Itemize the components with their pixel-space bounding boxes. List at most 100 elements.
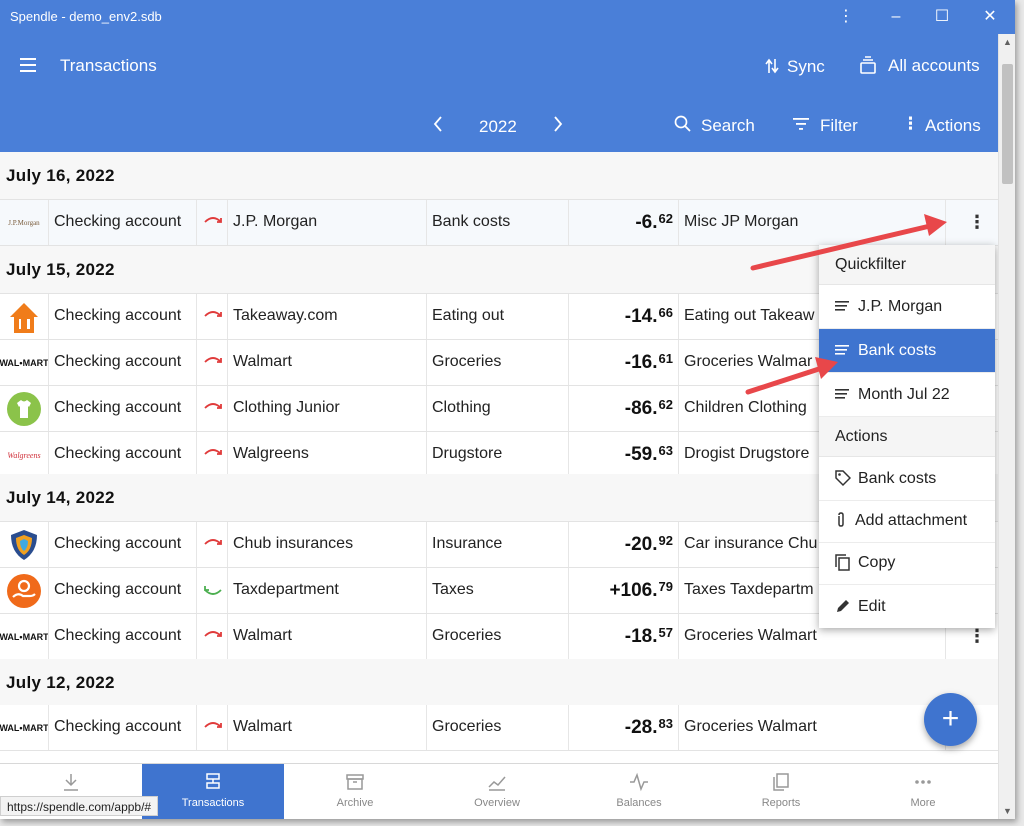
quickfilter-month[interactable]: Month Jul 22	[819, 373, 995, 417]
copy-icon	[835, 554, 850, 571]
description: Eating out Takeaw	[684, 307, 815, 324]
filter-lines-icon	[835, 301, 849, 311]
walmart-logo: WAL•MART	[0, 723, 49, 733]
action-add-attachment[interactable]: Add attachment	[819, 499, 995, 543]
account-name: Checking account	[54, 445, 182, 462]
amount: -28.83	[624, 716, 673, 738]
date-header: July 16, 2022	[0, 152, 998, 200]
sync-arrows-icon	[765, 58, 779, 74]
payee-name: Walgreens	[233, 445, 309, 462]
payee-logo	[0, 386, 49, 431]
archive-icon	[346, 774, 364, 790]
payee-name: Clothing Junior	[233, 399, 340, 416]
prev-year-icon[interactable]	[433, 116, 443, 132]
minimize-icon[interactable]: –	[876, 6, 916, 28]
add-transaction-button[interactable]: +	[924, 693, 977, 746]
app-bar: Transactions Sync All accounts 2022 Sear…	[0, 34, 998, 152]
quickfilter-payee[interactable]: J.P. Morgan	[819, 285, 995, 329]
app-window: Spendle - demo_env2.sdb ⋮ – ☐ ✕ Transact…	[0, 0, 1015, 819]
next-year-icon[interactable]	[553, 116, 563, 132]
window-title: Spendle - demo_env2.sdb	[10, 9, 162, 24]
transaction-row[interactable]: J.P.Morgan Checking account J.P. Morgan …	[0, 200, 998, 246]
action-edit[interactable]: Edit	[819, 585, 995, 629]
account-name: Checking account	[54, 353, 182, 370]
amount: -6.62	[635, 211, 673, 233]
pulse-icon	[630, 772, 648, 792]
payee-logo: WAL•MART	[0, 614, 49, 659]
tab-balances[interactable]: Balances	[568, 764, 710, 819]
expense-arrow-icon	[204, 722, 222, 728]
category-name: Eating out	[432, 307, 505, 324]
quickfilter-header: Quickfilter	[819, 245, 995, 285]
payee-name: Walmart	[233, 627, 292, 644]
clothing-shirt-icon	[7, 392, 41, 426]
accounts-label: All accounts	[888, 56, 980, 75]
amount: -86.62	[624, 397, 673, 419]
more-horizontal-icon	[915, 780, 931, 784]
payee-logo: Walgreens	[0, 432, 49, 477]
payee-logo	[0, 294, 49, 339]
category-name: Groceries	[432, 353, 502, 370]
action-set-category[interactable]: Bank costs	[819, 457, 995, 501]
scroll-up-icon[interactable]: ▲	[999, 37, 1015, 47]
download-icon	[64, 774, 78, 791]
description: Drogist Drugstore	[684, 445, 810, 462]
accounts-stack-icon	[860, 56, 876, 74]
maximize-icon[interactable]: ☐	[922, 6, 962, 28]
payee-logo	[0, 568, 49, 613]
trend-chart-icon	[488, 776, 506, 791]
row-menu-button[interactable]: ⋮	[946, 200, 998, 245]
payee-logo: WAL•MART	[0, 705, 49, 750]
tab-more[interactable]: More	[852, 764, 994, 819]
quickfilter-category[interactable]: Bank costs	[819, 329, 995, 373]
amount: +106.79	[609, 579, 673, 601]
income-arrow-icon	[204, 586, 222, 595]
transaction-row[interactable]: WAL•MART Checking account Walmart Grocer…	[0, 705, 998, 751]
amount: -14.66	[624, 305, 673, 327]
category-name: Groceries	[432, 718, 502, 735]
action-copy[interactable]: Copy	[819, 541, 995, 585]
filter-icon	[793, 118, 809, 130]
tab-transactions[interactable]: Transactions	[142, 764, 284, 819]
tab-reports[interactable]: Reports	[710, 764, 852, 819]
filter-lines-icon	[835, 389, 849, 399]
account-name: Checking account	[54, 399, 182, 416]
tab-overview[interactable]: Overview	[426, 764, 568, 819]
year-label: 2022	[479, 117, 517, 136]
account-name: Checking account	[54, 535, 182, 552]
tab-archive[interactable]: Archive	[284, 764, 426, 819]
expense-arrow-icon	[204, 311, 222, 317]
close-icon[interactable]: ✕	[970, 6, 1010, 28]
window-more-icon[interactable]: ⋮	[826, 6, 866, 28]
search-icon	[674, 115, 691, 132]
hamburger-menu-icon[interactable]	[20, 58, 36, 72]
payee-name: J.P. Morgan	[233, 213, 318, 230]
category-name: Clothing	[432, 399, 491, 416]
search-label: Search	[701, 116, 755, 135]
expense-arrow-icon	[204, 217, 222, 223]
description: Groceries Walmart	[684, 718, 817, 735]
amount: -59.63	[624, 443, 673, 465]
account-name: Checking account	[54, 307, 182, 324]
payee-name: Walmart	[233, 718, 292, 735]
category-name: Drugstore	[432, 445, 503, 462]
date-header: July 12, 2022	[0, 659, 998, 707]
sync-label: Sync	[787, 57, 825, 76]
amount: -20.92	[624, 533, 673, 555]
account-name: Checking account	[54, 627, 182, 644]
more-vertical-icon: ⋮	[968, 626, 986, 646]
payee-name: Chub insurances	[233, 535, 354, 552]
actions-header: Actions	[819, 417, 995, 457]
filter-label: Filter	[820, 116, 858, 135]
payee-logo: WAL•MART	[0, 340, 49, 385]
plus-icon: +	[941, 702, 960, 735]
row-context-menu: Quickfilter J.P. Morgan Bank costs Month…	[819, 245, 995, 628]
vertical-scrollbar[interactable]: ▲ ▼	[998, 34, 1015, 819]
walmart-logo: WAL•MART	[0, 358, 49, 368]
more-vertical-icon: ⋮	[968, 212, 986, 232]
title-bar: Spendle - demo_env2.sdb ⋮ – ☐ ✕	[0, 0, 1015, 34]
scroll-down-icon[interactable]: ▼	[999, 806, 1015, 816]
description: Taxes Taxdepartm	[684, 581, 814, 598]
payee-name: Taxdepartment	[233, 581, 339, 598]
scrollbar-thumb[interactable]	[1002, 64, 1013, 184]
